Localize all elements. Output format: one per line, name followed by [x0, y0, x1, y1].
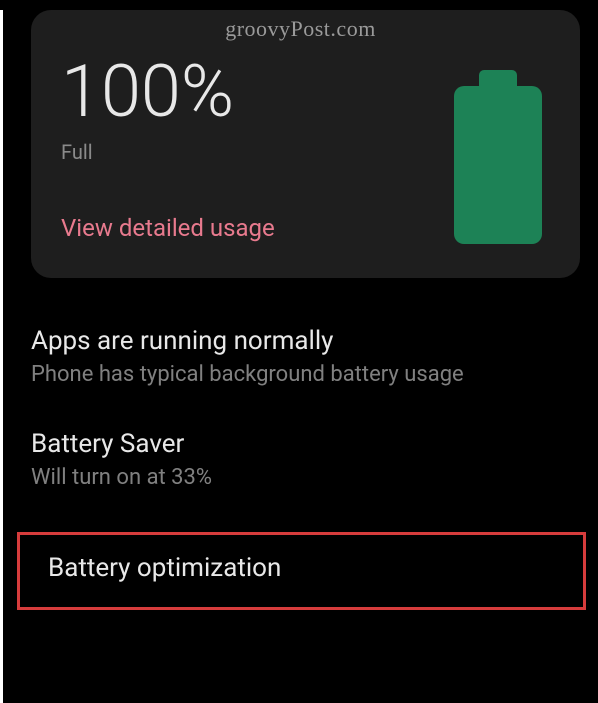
battery-optimization-title: Battery optimization	[48, 553, 569, 583]
battery-saver-title: Battery Saver	[31, 429, 580, 459]
battery-saver-subtitle: Will turn on at 33%	[31, 465, 580, 490]
battery-optimization-item[interactable]: Battery optimization	[17, 532, 586, 610]
apps-status-item[interactable]: Apps are running normally Phone has typi…	[31, 326, 580, 387]
apps-status-title: Apps are running normally	[31, 326, 580, 356]
battery-status-card: 100% Full View detailed usage	[31, 10, 580, 278]
battery-saver-item[interactable]: Battery Saver Will turn on at 33%	[31, 429, 580, 490]
battery-icon	[454, 70, 542, 246]
watermark-text: groovyPost.com	[225, 16, 376, 42]
apps-status-subtitle: Phone has typical background battery usa…	[31, 362, 580, 387]
settings-list: Apps are running normally Phone has typi…	[3, 326, 598, 490]
